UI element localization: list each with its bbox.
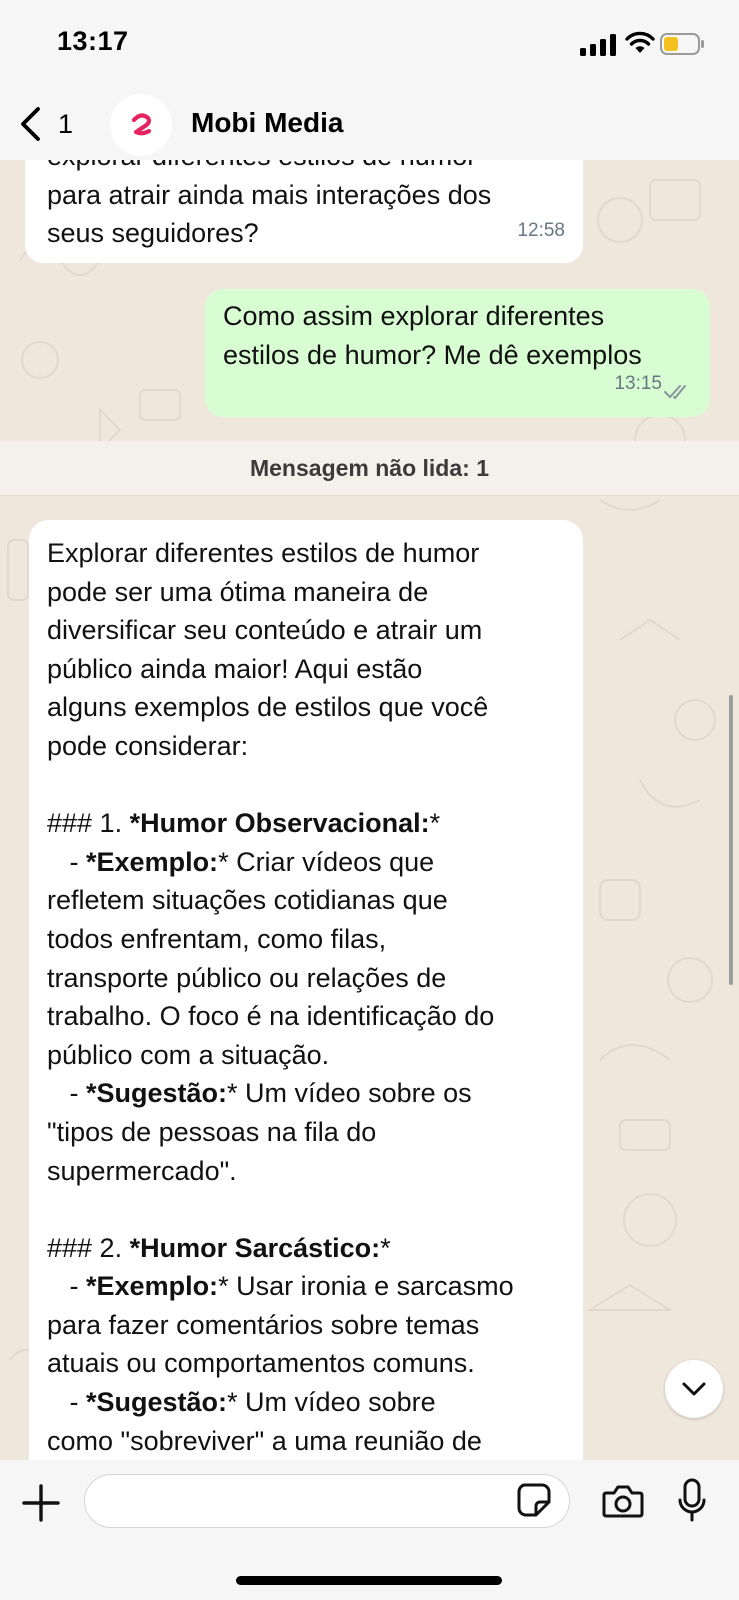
- status-time: 13:17: [57, 26, 129, 56]
- heading-suffix: *: [429, 808, 441, 839]
- scrollbar[interactable]: [729, 695, 733, 985]
- heading-suffix: *: [380, 1232, 391, 1263]
- section-2-exemplo: - *Exemplo:* Usar ironia e sarcasmo para…: [47, 1267, 565, 1383]
- unread-messages-divider: Mensagem não lida: 1: [0, 441, 739, 496]
- heading-prefix: ### 1.: [47, 808, 130, 839]
- mobi-media-logo-icon: [131, 113, 152, 136]
- chat-header: 1 Mobi Media: [0, 88, 739, 160]
- message-time: 13:15: [614, 373, 662, 395]
- bullet-bold: *Exemplo:: [86, 1271, 219, 1302]
- incoming-long-message[interactable]: Explorar diferentes estilos de humor pod…: [29, 520, 583, 1480]
- plus-icon[interactable]: [22, 1484, 60, 1522]
- section-1-sugestao: - *Sugestão:* Um vídeo sobre os "tipos d…: [47, 1074, 565, 1190]
- wifi-icon: [625, 31, 655, 53]
- back-button[interactable]: 1: [18, 106, 73, 142]
- bullet-prefix: -: [47, 1078, 87, 1109]
- unread-divider-label: Mensagem não lida: 1: [249, 454, 489, 481]
- message-time: 12:58: [517, 220, 565, 242]
- sticker-icon[interactable]: [516, 1482, 552, 1518]
- chevron-down-icon: [682, 1382, 706, 1396]
- section-2-heading: ### 2. *Humor Sarcástico:*: [47, 1229, 565, 1268]
- message-composer: [0, 1460, 739, 1600]
- message-input[interactable]: [84, 1474, 570, 1528]
- unread-chats-count: 1: [58, 108, 74, 139]
- cellular-signal-icon: [580, 34, 616, 56]
- double-check-icon: [664, 385, 686, 400]
- section-2-sugestao: - *Sugestão:* Um vídeo sobre como "sobre…: [47, 1383, 565, 1460]
- heading-prefix: ### 2.: [47, 1232, 130, 1263]
- message-text: Como assim explorar diferentes estilos d…: [223, 301, 642, 370]
- battery-icon: [660, 33, 704, 55]
- bullet-prefix: -: [47, 1271, 87, 1302]
- section-1-heading: ### 1. *Humor Observacional:*: [47, 804, 565, 843]
- bullet-bold: *Sugestão:: [86, 1078, 228, 1109]
- scroll-to-bottom-button[interactable]: [665, 1360, 723, 1418]
- message-intro-text: Explorar diferentes estilos de humor pod…: [47, 538, 489, 761]
- heading-bold: *Humor Sarcástico:: [129, 1232, 381, 1263]
- section-1-exemplo: - *Exemplo:* Criar vídeos que refletem s…: [47, 843, 565, 1075]
- bullet-prefix: -: [47, 846, 87, 877]
- home-indicator: [236, 1576, 502, 1585]
- heading-bold: *Humor Observacional:: [129, 808, 430, 839]
- bullet-bold: *Exemplo:: [86, 846, 219, 877]
- outgoing-message[interactable]: Como assim explorar diferentes estilos d…: [205, 289, 710, 417]
- chevron-left-icon: [21, 107, 40, 141]
- bullet-prefix: -: [47, 1387, 87, 1418]
- contact-avatar[interactable]: [110, 94, 172, 156]
- contact-name[interactable]: Mobi Media: [191, 107, 343, 139]
- bullet-text: * Criar vídeos que refletem situações co…: [47, 846, 495, 1070]
- camera-icon[interactable]: [602, 1484, 644, 1518]
- status-bar: 13:17: [0, 0, 739, 88]
- microphone-icon[interactable]: [677, 1478, 707, 1524]
- bullet-bold: *Sugestão:: [86, 1387, 228, 1418]
